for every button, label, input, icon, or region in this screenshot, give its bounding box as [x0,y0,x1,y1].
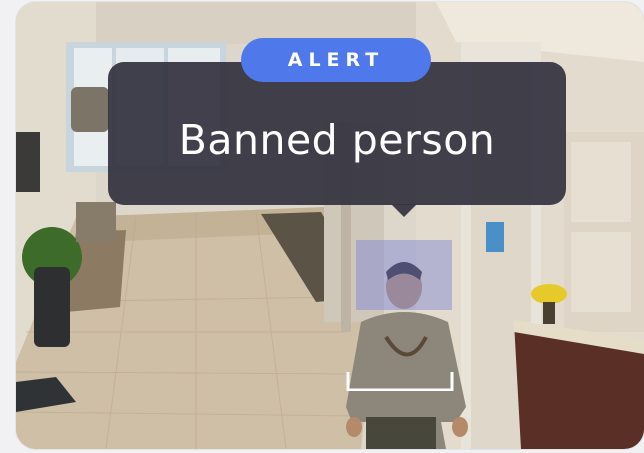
alert-badge: ALERT [241,38,431,82]
face-detection-box [346,240,454,391]
speech-bubble-pointer-icon [391,204,417,217]
alert-bubble: Banned person [108,62,566,205]
camera-frame: ALERT Banned person [16,2,644,449]
alert-message: Banned person [178,115,496,164]
